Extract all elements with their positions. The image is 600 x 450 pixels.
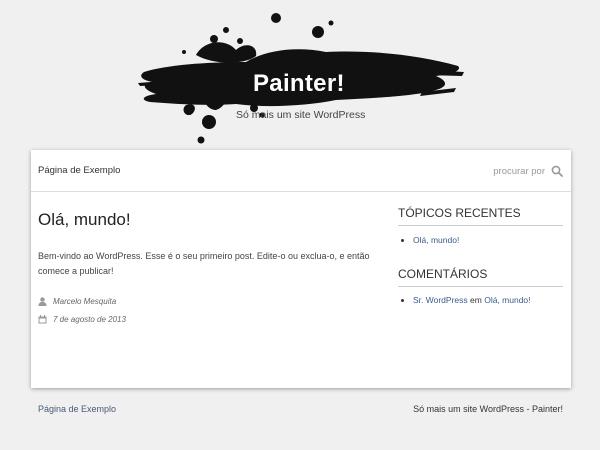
- post-author-name[interactable]: Marcelo Mesquita: [53, 297, 116, 306]
- site-tagline: Só mais um site WordPress: [236, 109, 366, 121]
- post-date-text: 7 de agosto de 2013: [53, 315, 126, 324]
- comment-author-link[interactable]: Sr. WordPress: [413, 295, 468, 305]
- footer-credit: Só mais um site WordPress - Painter!: [413, 404, 563, 414]
- comments-heading: COMENTÁRIOS: [398, 267, 563, 287]
- list-item: Olá, mundo!: [413, 235, 459, 245]
- content-card: Página de Exemplo Olá, mundo! Bem-vindo …: [31, 150, 571, 388]
- search-icon[interactable]: [551, 165, 563, 177]
- recent-posts-list: Olá, mundo!: [401, 235, 459, 245]
- recent-posts-heading: TÓPICOS RECENTES: [398, 206, 563, 226]
- navbar: Página de Exemplo: [31, 150, 571, 192]
- site-title[interactable]: Painter!: [253, 70, 345, 98]
- comment-post-link[interactable]: Olá, mundo!: [484, 295, 530, 305]
- site-header: Painter! Só mais um site WordPress: [0, 0, 600, 150]
- recent-comments-list: Sr. WordPress em Olá, mundo!: [401, 295, 531, 305]
- nav-link-sample-page[interactable]: Página de Exemplo: [38, 165, 120, 176]
- footer-link-sample-page[interactable]: Página de Exemplo: [38, 404, 116, 414]
- calendar-icon: [38, 315, 47, 324]
- search-input[interactable]: [455, 164, 545, 178]
- post-title[interactable]: Olá, mundo!: [38, 210, 131, 230]
- list-item: Sr. WordPress em Olá, mundo!: [413, 295, 531, 305]
- comment-connector: em: [470, 295, 482, 305]
- user-icon: [38, 297, 47, 306]
- recent-post-link[interactable]: Olá, mundo!: [413, 235, 459, 245]
- post-body: Bem-vindo ao WordPress. Esse é o seu pri…: [38, 251, 370, 276]
